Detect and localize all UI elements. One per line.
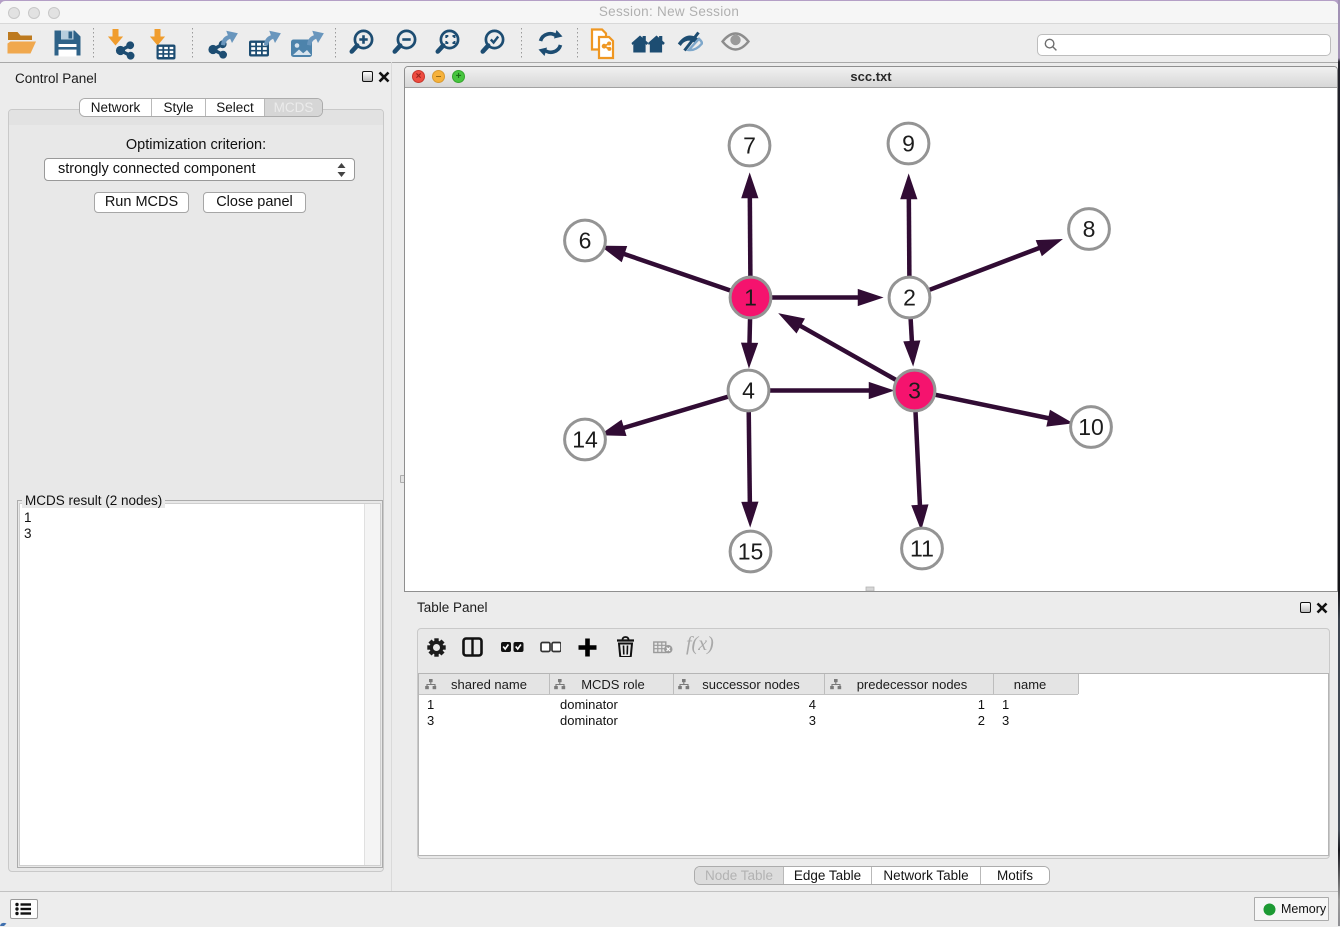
svg-text:7: 7 <box>743 133 756 159</box>
svg-text:15: 15 <box>738 539 764 565</box>
svg-text:10: 10 <box>1078 414 1104 440</box>
svg-text:8: 8 <box>1083 216 1096 242</box>
svg-text:6: 6 <box>579 228 592 254</box>
svg-text:4: 4 <box>742 378 755 404</box>
svg-text:2: 2 <box>903 285 916 311</box>
svg-text:3: 3 <box>908 378 921 404</box>
svg-text:9: 9 <box>902 131 915 157</box>
svg-text:14: 14 <box>572 427 598 453</box>
svg-text:1: 1 <box>744 285 757 311</box>
svg-text:11: 11 <box>910 536 934 562</box>
